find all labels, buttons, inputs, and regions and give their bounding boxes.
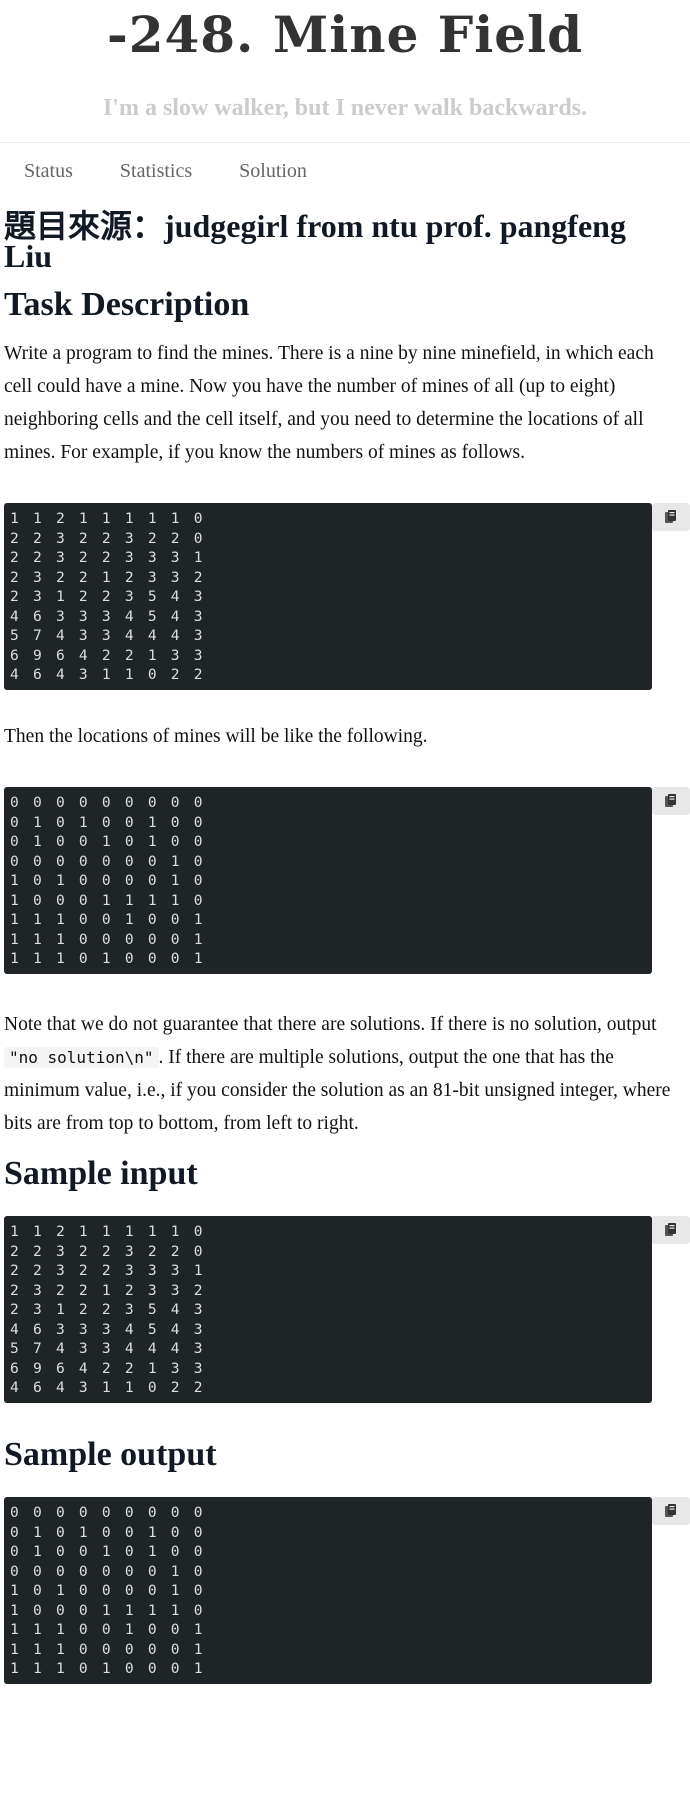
sample-input-block: 1 1 2 1 1 1 1 1 0 2 2 3 2 2 3 2 2 0 2 2 …: [4, 1216, 690, 1403]
sample-output-heading: Sample output: [4, 1436, 217, 1473]
source-heading: 題目來源：judgegirl from ntu prof. pangfeng L…: [4, 208, 626, 274]
sample-input-heading: Sample input: [4, 1155, 198, 1192]
example-mines-code: 0 0 0 0 0 0 0 0 0 0 1 0 1 0 0 1 0 0 0 1 …: [4, 787, 652, 974]
then-paragraph: Then the locations of mines will be like…: [4, 726, 428, 747]
nav-bar: Status Statistics Solution: [0, 143, 690, 199]
copy-button[interactable]: [652, 787, 690, 815]
clipboard-icon: [665, 1504, 676, 1517]
task-description-heading: Task Description: [4, 286, 250, 323]
example-counts-code: 1 1 2 1 1 1 1 1 0 2 2 3 2 2 3 2 2 0 2 2 …: [4, 503, 652, 690]
problem-content: 題目來源：judgegirl from ntu prof. pangfeng L…: [0, 208, 690, 1684]
copy-button[interactable]: [652, 1497, 690, 1525]
site-header: -248. Mine Field I'm a slow walker, but …: [0, 0, 690, 122]
site-title[interactable]: -248. Mine Field: [0, 0, 690, 64]
example-counts-block: 1 1 2 1 1 1 1 1 0 2 2 3 2 2 3 2 2 0 2 2 …: [4, 503, 690, 690]
intro-paragraph: Write a program to find the mines. There…: [4, 343, 654, 463]
site-subtitle: I'm a slow walker, but I never walk back…: [102, 95, 588, 121]
clipboard-icon: [665, 1223, 676, 1236]
nav-status[interactable]: Status: [24, 160, 73, 183]
copy-button[interactable]: [652, 1216, 690, 1244]
no-solution-code: "no solution\n": [4, 1047, 159, 1068]
clipboard-icon: [665, 510, 676, 523]
copy-button[interactable]: [652, 503, 690, 531]
nav-solution[interactable]: Solution: [239, 160, 307, 183]
note-before: Note that we do not guarantee that there…: [4, 1014, 657, 1035]
sample-input-code: 1 1 2 1 1 1 1 1 0 2 2 3 2 2 3 2 2 0 2 2 …: [4, 1216, 652, 1403]
note-paragraph: Note that we do not guarantee that there…: [4, 1008, 680, 1140]
sample-output-block: 0 0 0 0 0 0 0 0 0 0 1 0 1 0 0 1 0 0 0 1 …: [4, 1497, 690, 1684]
example-mines-block: 0 0 0 0 0 0 0 0 0 0 1 0 1 0 0 1 0 0 0 1 …: [4, 787, 690, 974]
nav-statistics[interactable]: Statistics: [120, 160, 192, 183]
clipboard-icon: [665, 794, 676, 807]
sample-output-code: 0 0 0 0 0 0 0 0 0 0 1 0 1 0 0 1 0 0 0 1 …: [4, 1497, 652, 1684]
